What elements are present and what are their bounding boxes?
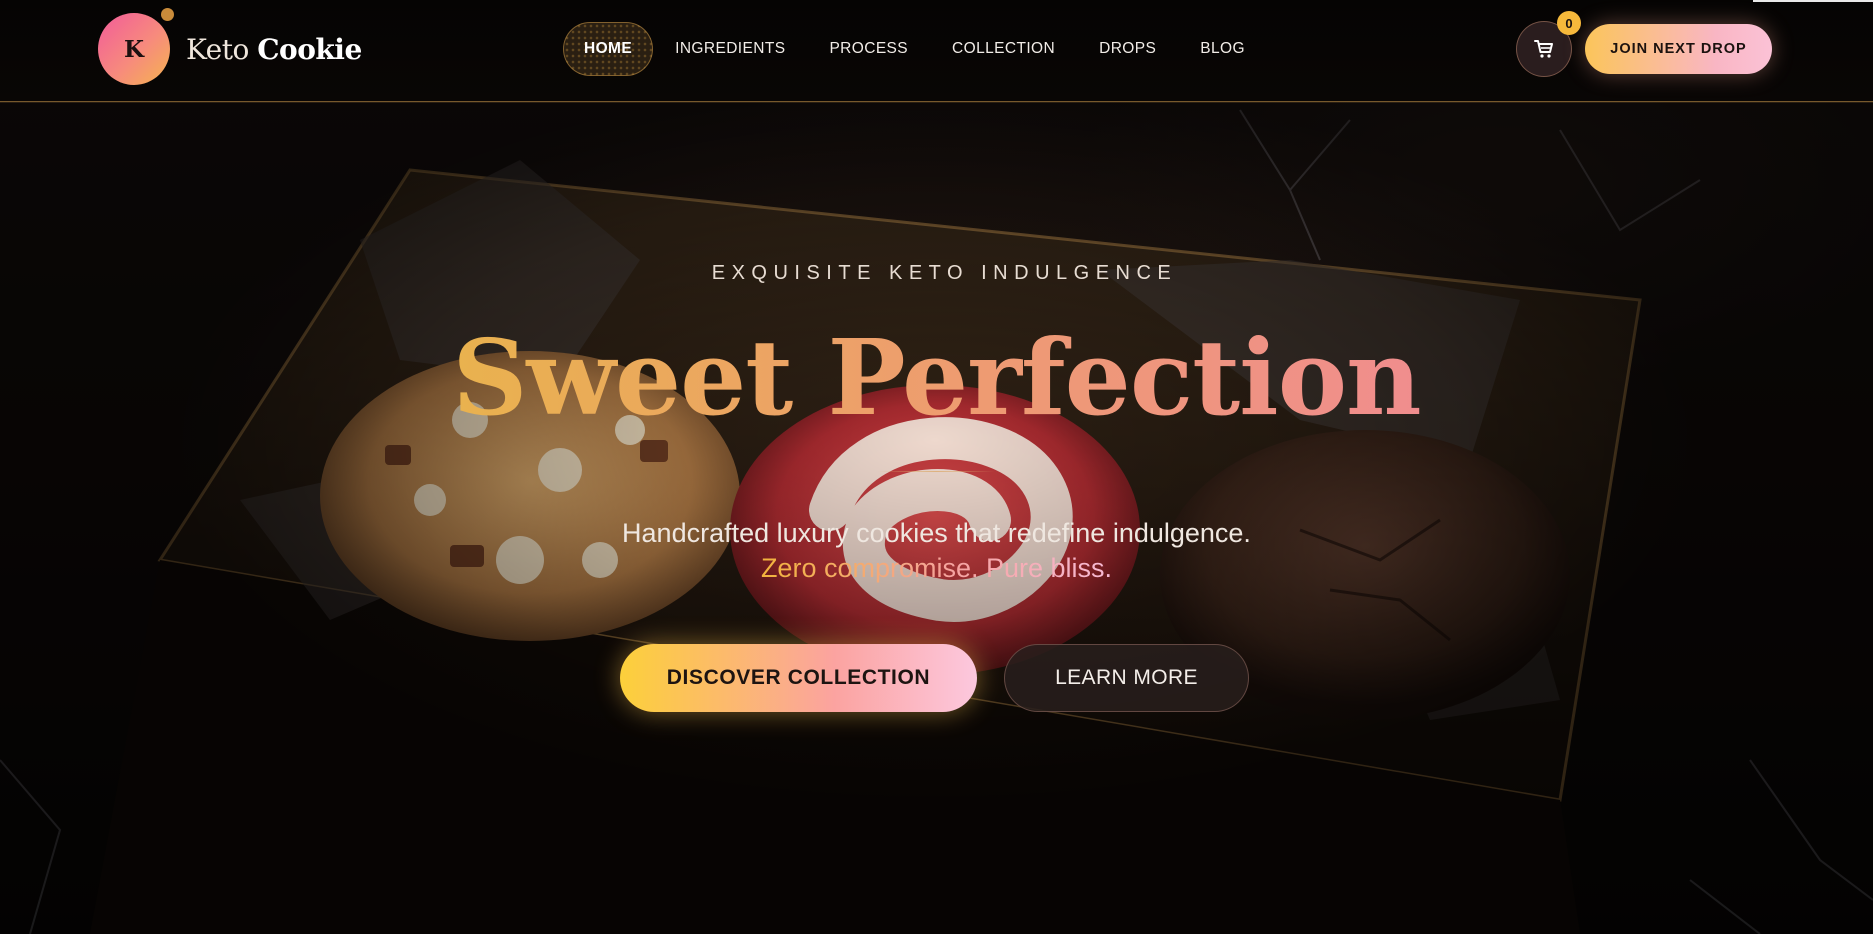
hero-eyebrow: EXQUISITE KETO INDULGENCE — [711, 262, 1178, 284]
shopping-cart-icon — [1534, 40, 1553, 58]
brand-name-bold: Cookie — [257, 32, 362, 66]
hero-headline: Sweet Perfection — [0, 318, 1873, 438]
discover-collection-button[interactable]: DISCOVER COLLECTION — [620, 644, 977, 712]
cart-count-badge: 0 — [1557, 11, 1581, 35]
hero-subtitle: Handcrafted luxury cookies that redefine… — [622, 518, 1251, 548]
nav-item-drops[interactable]: DROPS — [1077, 22, 1178, 76]
hero-headline-text: Sweet Perfection — [452, 316, 1421, 439]
hero-subtitle-accent: Zero compromise. Pure bliss. — [0, 553, 1873, 584]
learn-more-button[interactable]: LEARN MORE — [1004, 644, 1249, 712]
hero-subtitle-accent-text: Zero compromise. Pure bliss. — [760, 553, 1113, 583]
cookie-box-illustration — [0, 109, 1873, 934]
hero-divider — [877, 471, 995, 472]
nav-item-process[interactable]: PROCESS — [807, 22, 930, 76]
brand-name: Keto Cookie — [186, 33, 362, 66]
site-header: K Keto Cookie HOME INGREDIENTS PROCESS C… — [0, 0, 1873, 102]
nav-item-home[interactable]: HOME — [563, 22, 654, 76]
brand-name-light: Keto — [186, 32, 249, 66]
logo-dot-decoration — [161, 8, 174, 21]
brand-logo[interactable]: K Keto Cookie — [98, 13, 362, 85]
nav-item-collection[interactable]: COLLECTION — [930, 22, 1077, 76]
nav-item-blog[interactable]: BLOG — [1178, 22, 1267, 76]
nav-item-ingredients[interactable]: INGREDIENTS — [653, 22, 807, 76]
logo-badge: K — [98, 13, 170, 85]
join-next-drop-button[interactable]: JOIN NEXT DROP — [1585, 24, 1772, 74]
main-nav: HOME INGREDIENTS PROCESS COLLECTION DROP… — [563, 22, 1267, 76]
hero-background-image — [0, 0, 1873, 934]
top-accent-line — [1753, 0, 1873, 2]
